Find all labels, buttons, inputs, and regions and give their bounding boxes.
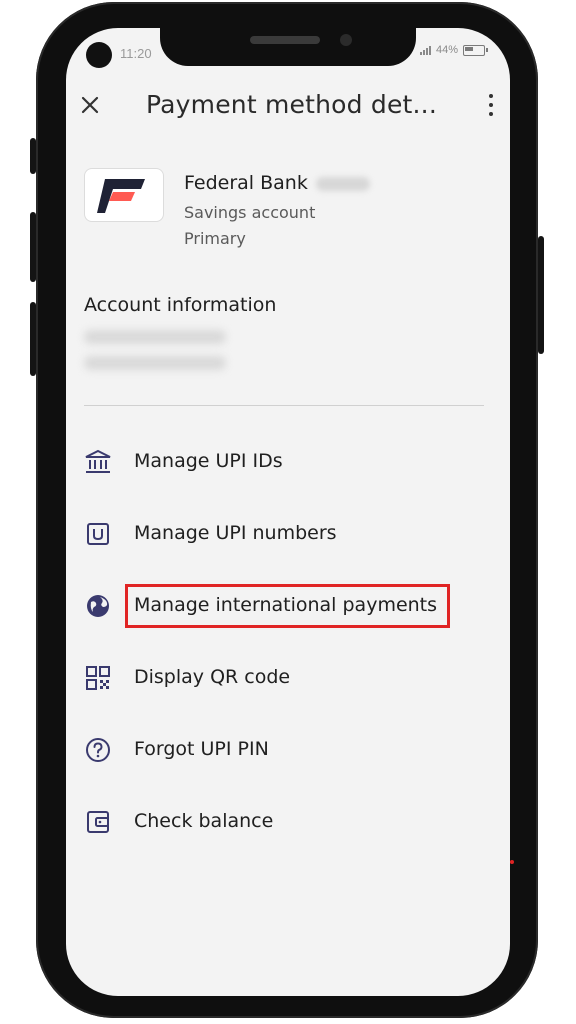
- canvas: 11:20 44% Payment method det... Federal …: [0, 0, 576, 1024]
- battery-percent: 44%: [435, 44, 458, 56]
- menu-item-label: Manage UPI numbers: [134, 522, 337, 544]
- account-information-title: Account information: [84, 294, 277, 316]
- menu-item-label: Display QR code: [134, 666, 291, 688]
- phone-volume-down-button: [30, 302, 36, 376]
- account-type: Savings account: [184, 203, 316, 222]
- menu-item-check-balance[interactable]: Check balance: [66, 802, 510, 846]
- menu-item-display-qr-code[interactable]: Display QR code: [66, 658, 510, 702]
- help-icon: [84, 736, 112, 764]
- menu-item-manage-upi-ids[interactable]: Manage UPI IDs: [66, 442, 510, 486]
- close-icon[interactable]: [78, 94, 102, 118]
- status-right: 44%: [419, 44, 488, 56]
- upi-number-icon: [84, 520, 112, 548]
- notch-camera: [340, 34, 352, 46]
- front-camera-cutout: [86, 42, 112, 68]
- menu-item-forgot-upi-pin[interactable]: Forgot UPI PIN: [66, 730, 510, 774]
- globe-icon: [84, 592, 112, 620]
- phone-notch: [160, 16, 416, 66]
- wallet-icon: [84, 808, 112, 836]
- menu-item-label: Check balance: [134, 810, 274, 832]
- menu-item-label: Forgot UPI PIN: [134, 738, 269, 760]
- status-time: 11:20: [120, 46, 152, 61]
- phone-side-button-silent: [30, 138, 36, 174]
- signal-icon: [419, 45, 431, 55]
- red-annotation-dot: [510, 860, 514, 864]
- bank-name-text: Federal Bank: [184, 172, 308, 194]
- bank-icon: [84, 448, 112, 476]
- primary-label: Primary: [184, 229, 246, 248]
- bank-name: Federal Bank: [184, 172, 370, 194]
- masked-account-number: [315, 176, 370, 191]
- menu-item-manage-upi-numbers[interactable]: Manage UPI numbers: [66, 514, 510, 558]
- battery-icon: [463, 44, 485, 56]
- battery-tip: [486, 48, 488, 52]
- phone-screen: 11:20 44% Payment method det... Federal …: [66, 28, 510, 996]
- phone-volume-up-button: [30, 212, 36, 282]
- notch-speaker: [250, 36, 320, 44]
- app-bar: Payment method det...: [66, 90, 510, 146]
- divider: [84, 405, 484, 406]
- page-title: Payment method det...: [146, 90, 437, 119]
- account-detail-redacted-2: [84, 356, 226, 370]
- bank-logo: [84, 168, 164, 222]
- menu-item-label: Manage UPI IDs: [134, 450, 283, 472]
- phone-power-button: [538, 236, 544, 354]
- account-detail-redacted-1: [84, 330, 226, 344]
- qr-code-icon: [84, 664, 112, 692]
- highlight-box: [125, 584, 450, 628]
- more-vert-icon[interactable]: [488, 94, 494, 116]
